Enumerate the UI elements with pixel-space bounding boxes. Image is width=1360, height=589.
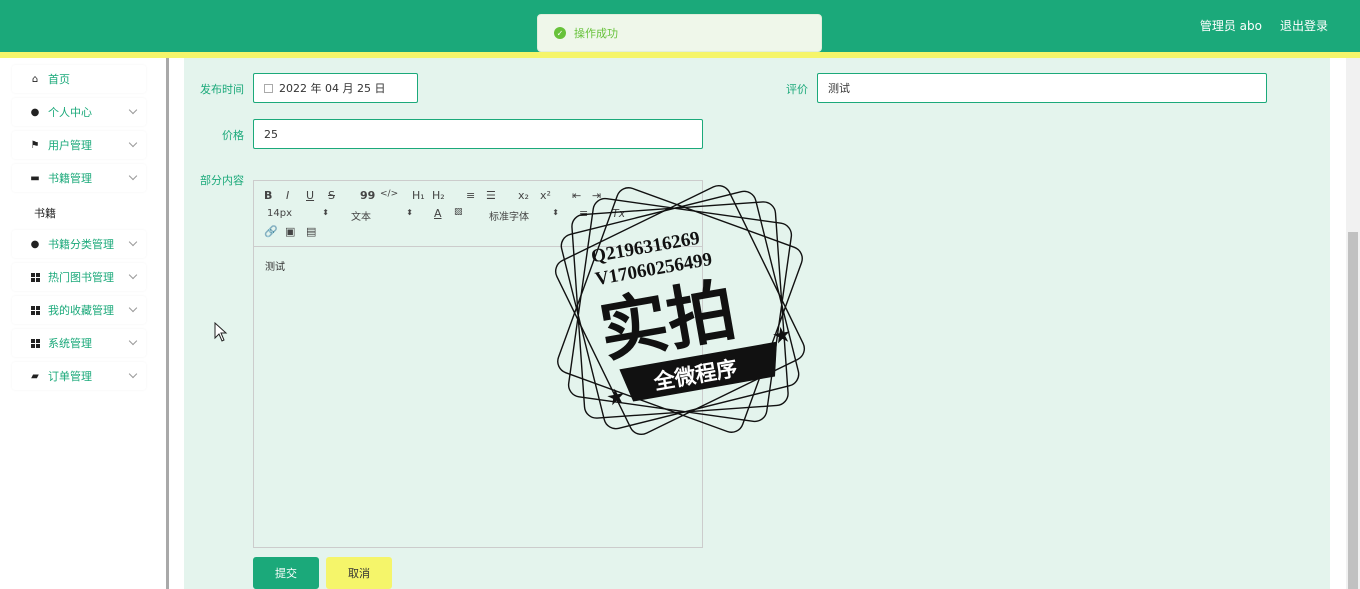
sidebar-item-label: 热门图书管理 <box>48 271 114 284</box>
blockquote-button[interactable]: 99 <box>360 189 375 202</box>
clear-format-button[interactable]: Tx <box>612 207 625 220</box>
font-family-value: 标准字体 <box>489 212 529 223</box>
editor-toolbar: B I U S 99 </> H₁ H₂ ≡ ☰ x₂ x² ⇤ ⇥ 14px … <box>254 181 702 247</box>
superscript-button[interactable]: x² <box>540 189 551 202</box>
outdent-button[interactable]: ⇤ <box>572 189 581 202</box>
scrollbar-thumb[interactable] <box>1348 232 1358 589</box>
success-toast: ✓ 操作成功 <box>537 14 822 52</box>
select-arrow-icon: ⬍ <box>552 208 559 217</box>
underline-button[interactable]: U <box>306 189 314 202</box>
format-select[interactable]: 文本 ⬍ <box>351 208 413 223</box>
logout-link[interactable]: 退出登录 <box>1280 17 1328 34</box>
sidebar-item-orders[interactable]: ▰ 订单管理 <box>12 362 146 390</box>
editor-content[interactable]: 测试 <box>265 258 285 273</box>
publish-time-value: 2022 年 04 月 25 日 <box>279 82 386 95</box>
ordered-list-button[interactable]: ≡ <box>466 189 475 202</box>
sidebar-divider <box>166 58 169 589</box>
briefcase-icon: ▬ <box>30 172 40 184</box>
font-family-select[interactable]: 标准字体 ⬍ <box>489 208 559 223</box>
sidebar-item-user-management[interactable]: ⚑ 用户管理 <box>12 131 146 159</box>
select-arrow-icon: ⬍ <box>406 208 413 217</box>
price-label: 价格 <box>222 129 244 142</box>
sidebar-item-label: 首页 <box>48 73 70 86</box>
background-color-button[interactable]: ▨ <box>454 207 463 217</box>
format-value: 文本 <box>351 212 371 223</box>
bullet-list-button[interactable]: ☰ <box>486 189 496 202</box>
home-icon: ⌂ <box>31 73 39 85</box>
image-icon[interactable]: ▣ <box>285 225 295 238</box>
font-color-button[interactable]: A <box>434 207 442 220</box>
chevron-down-icon <box>128 171 138 181</box>
grid-icon <box>30 272 40 282</box>
grid-icon <box>30 338 40 348</box>
sidebar-item-popular-books[interactable]: 热门图书管理 <box>12 263 146 291</box>
flag-icon: ⚑ <box>30 139 40 151</box>
sidebar-item-book-management[interactable]: ▬ 书籍管理 <box>12 164 146 192</box>
sidebar-item-book-category[interactable]: ● 书籍分类管理 <box>12 230 146 258</box>
h1-button[interactable]: H₁ <box>412 189 425 202</box>
indent-button[interactable]: ⇥ <box>592 189 601 202</box>
align-button[interactable]: ≡ <box>579 207 588 220</box>
strike-button[interactable]: S <box>328 189 335 202</box>
code-button[interactable]: </> <box>380 189 398 199</box>
content-label: 部分内容 <box>200 174 244 187</box>
sidebar-item-label: 书籍管理 <box>48 172 92 185</box>
price-field[interactable]: 25 <box>253 119 703 149</box>
publish-time-field[interactable]: 2022 年 04 月 25 日 <box>253 73 418 103</box>
chevron-down-icon <box>128 270 138 280</box>
italic-button[interactable]: I <box>286 189 289 202</box>
sidebar-item-label: 我的收藏管理 <box>48 304 114 317</box>
select-arrow-icon: ⬍ <box>322 208 329 217</box>
person-icon: ● <box>30 106 40 118</box>
rich-text-editor[interactable]: B I U S 99 </> H₁ H₂ ≡ ☰ x₂ x² ⇤ ⇥ 14px … <box>253 180 703 548</box>
cancel-button[interactable]: 取消 <box>326 557 392 589</box>
rating-label: 评价 <box>786 83 808 96</box>
chevron-down-icon <box>128 336 138 346</box>
submit-button[interactable]: 提交 <box>253 557 319 589</box>
subscript-button[interactable]: x₂ <box>518 189 529 202</box>
sidebar-item-label: 个人中心 <box>48 106 92 119</box>
calendar-icon <box>264 83 273 93</box>
chevron-down-icon <box>128 138 138 148</box>
font-size-value: 14px <box>267 208 292 219</box>
sidebar-item-label: 系统管理 <box>48 337 92 350</box>
bold-button[interactable]: B <box>264 189 272 202</box>
sidebar-item-label: 用户管理 <box>48 139 92 152</box>
video-icon[interactable]: ▤ <box>306 225 316 238</box>
link-icon[interactable]: 🔗 <box>264 225 278 238</box>
sidebar-item-favorites[interactable]: 我的收藏管理 <box>12 296 146 324</box>
publish-time-label: 发布时间 <box>200 83 244 96</box>
price-value: 25 <box>264 127 278 141</box>
header-user-area: 管理员 abo 退出登录 <box>1200 17 1328 34</box>
check-circle-icon: ✓ <box>554 27 566 39</box>
chevron-down-icon <box>128 303 138 313</box>
chevron-down-icon <box>128 237 138 247</box>
sidebar-subitem-books[interactable]: 书籍 <box>34 205 56 221</box>
rating-field[interactable]: 测试 <box>817 73 1267 103</box>
wallet-icon: ▰ <box>31 370 39 382</box>
admin-label[interactable]: 管理员 abo <box>1200 17 1262 34</box>
toast-message: 操作成功 <box>574 27 618 40</box>
sidebar-item-personal-center[interactable]: ● 个人中心 <box>12 98 146 126</box>
rating-value: 测试 <box>828 82 850 95</box>
sidebar-item-label: 订单管理 <box>48 370 92 383</box>
chevron-down-icon <box>128 369 138 379</box>
person-icon: ● <box>30 238 40 250</box>
sidebar-item-home[interactable]: ⌂ 首页 <box>12 65 146 93</box>
font-size-select[interactable]: 14px ⬍ <box>267 208 329 219</box>
sidebar-item-system[interactable]: 系统管理 <box>12 329 146 357</box>
grid-icon <box>30 305 40 315</box>
h2-button[interactable]: H₂ <box>432 189 445 202</box>
mouse-cursor-icon <box>214 322 228 342</box>
sidebar-item-label: 书籍分类管理 <box>48 238 114 251</box>
chevron-down-icon <box>128 105 138 115</box>
